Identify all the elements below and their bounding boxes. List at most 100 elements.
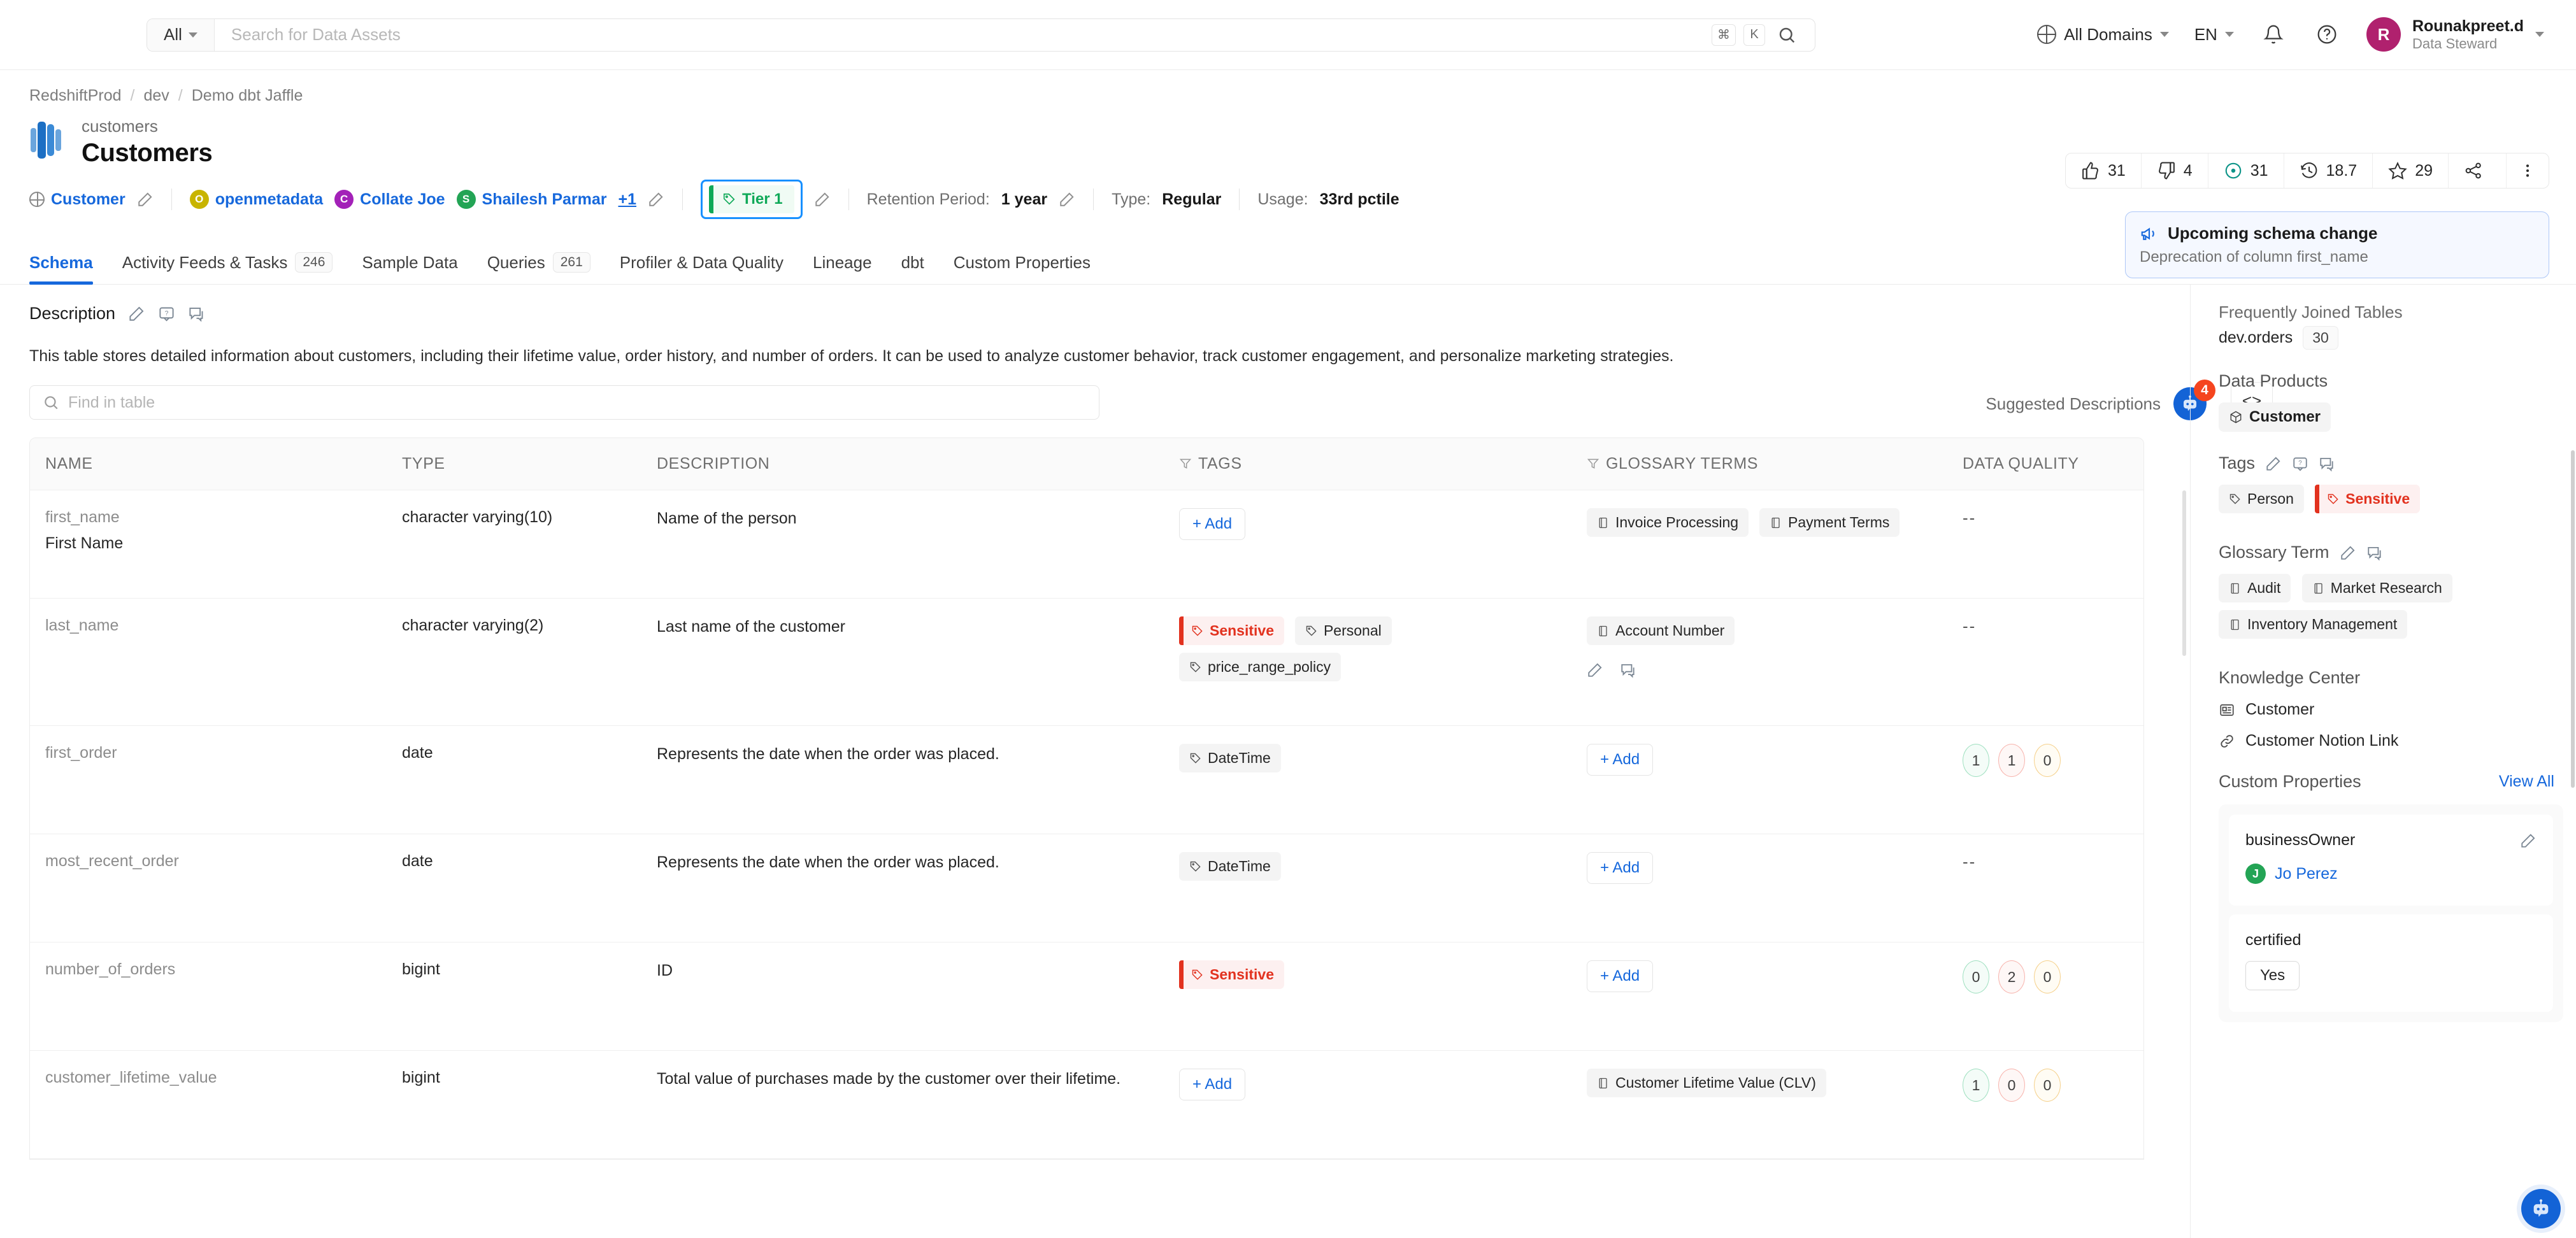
tab-queries[interactable]: Queries 261	[487, 252, 590, 284]
glossary-pill[interactable]: Invoice Processing	[1587, 508, 1749, 537]
knowledge-item-notion-link[interactable]: Customer Notion Link	[2219, 732, 2576, 750]
glossary-pill[interactable]: Audit	[2219, 574, 2291, 603]
add-glossary-button[interactable]: + Add	[1587, 960, 1654, 993]
glossary-pill[interactable]: Market Research	[2301, 574, 2452, 603]
stat-upvotes[interactable]: 31	[2066, 153, 2142, 188]
dq-success-count[interactable]: 1	[1963, 744, 1989, 778]
search-icon[interactable]	[1773, 21, 1801, 49]
language-selector[interactable]: EN	[2194, 25, 2234, 45]
tab-dbt[interactable]: dbt	[901, 253, 924, 284]
tab-lineage[interactable]: Lineage	[813, 253, 872, 284]
breadcrumb-item-0[interactable]: RedshiftProd	[29, 87, 122, 105]
edit-domain-icon[interactable]	[137, 191, 154, 208]
owner-chip-2[interactable]: S Shailesh Parmar	[456, 190, 606, 210]
glossary-pill[interactable]: Inventory Management	[2219, 610, 2408, 639]
table-row[interactable]: first_order date Represents the date whe…	[30, 726, 2143, 835]
breadcrumb-item-2[interactable]: Demo dbt Jaffle	[192, 87, 303, 105]
tab-sample-data[interactable]: Sample Data	[362, 253, 457, 284]
tier-badge[interactable]: Tier 1	[709, 185, 794, 214]
data-product-pill[interactable]: Customer	[2219, 402, 2331, 432]
tag-pill-price-range-policy[interactable]: price_range_policy	[1179, 653, 1342, 682]
dq-failed-count[interactable]: 1	[1998, 744, 2025, 778]
request-tags-icon[interactable]: ?	[2292, 455, 2308, 472]
bell-icon[interactable]	[2259, 20, 2287, 48]
edit-tier-icon[interactable]	[814, 191, 831, 208]
tab-activity-feeds-tasks[interactable]: Activity Feeds & Tasks 246	[122, 252, 333, 284]
joined-table-row[interactable]: dev.orders 30	[2219, 326, 2576, 350]
col-header-tags[interactable]: TAGS	[1164, 438, 1571, 490]
main-scrollbar[interactable]	[2182, 490, 2186, 656]
edit-tags-icon[interactable]	[2265, 455, 2282, 472]
ai-bot-fab[interactable]	[2521, 1189, 2561, 1229]
dq-success-count[interactable]: 1	[1963, 1069, 1989, 1102]
add-tag-button[interactable]: + Add	[1179, 508, 1246, 541]
owner-chip-0[interactable]: O openmetadata	[189, 190, 323, 210]
breadcrumb-item-1[interactable]: dev	[143, 87, 169, 105]
share-button[interactable]	[2449, 153, 2507, 188]
glossary-pill[interactable]: Account Number	[1587, 616, 1735, 646]
edit-description-icon[interactable]	[128, 305, 145, 322]
col-header-glossary-terms[interactable]: GLOSSARY TERMS	[1571, 438, 1947, 490]
right-panel-scrollbar[interactable]	[2571, 450, 2575, 788]
dq-aborted-count[interactable]: 0	[2034, 744, 2061, 778]
knowledge-item-customer[interactable]: Customer	[2219, 701, 2576, 719]
find-in-table-input[interactable]: Find in table	[29, 385, 1099, 420]
edit-glossary-icon[interactable]	[2340, 544, 2356, 561]
filter-icon[interactable]	[1587, 457, 1599, 470]
dq-failed-count[interactable]: 2	[1998, 960, 2025, 994]
add-tag-button[interactable]: + Add	[1179, 1069, 1246, 1101]
announcement-card[interactable]: Upcoming schema change Deprecation of co…	[2125, 211, 2549, 278]
dq-success-count[interactable]: 0	[1963, 960, 1989, 994]
edit-retention-icon[interactable]	[1059, 191, 1075, 208]
glossary-pill[interactable]: Customer Lifetime Value (CLV)	[1587, 1069, 1826, 1098]
dq-failed-count[interactable]: 0	[1998, 1069, 2025, 1102]
table-row[interactable]: customer_lifetime_value bigint Total val…	[30, 1051, 2143, 1160]
domains-selector[interactable]: All Domains	[2037, 25, 2169, 45]
user-menu[interactable]: R Rounakpreet.d Data Steward	[2366, 17, 2544, 52]
request-description-icon[interactable]: ?	[158, 305, 175, 322]
tag-pill-person[interactable]: Person	[2219, 485, 2304, 514]
tags-comments-icon[interactable]	[2319, 455, 2335, 472]
tag-pill-datetime[interactable]: DateTime	[1179, 744, 1281, 773]
tab-schema[interactable]: Schema	[29, 253, 93, 285]
dq-aborted-count[interactable]: 0	[2034, 1069, 2061, 1102]
glossary-comments-icon[interactable]	[1620, 662, 1636, 678]
view-all-link[interactable]: View All	[2499, 772, 2554, 791]
joined-table-name[interactable]: dev.orders	[2219, 329, 2293, 347]
tag-pill-sensitive[interactable]: Sensitive	[1179, 616, 1284, 646]
table-row[interactable]: first_name First Name character varying(…	[30, 490, 2143, 599]
tab-custom-properties[interactable]: Custom Properties	[954, 253, 1091, 284]
table-row[interactable]: number_of_orders bigint ID Sensitive + A…	[30, 943, 2143, 1051]
table-row[interactable]: last_name character varying(2) Last name…	[30, 599, 2143, 727]
tier-field[interactable]: Tier 1	[701, 180, 803, 220]
edit-custom-property-icon[interactable]	[2520, 832, 2537, 849]
custom-property-user[interactable]: J Jo Perez	[2245, 864, 2537, 885]
stat-stars[interactable]: 29	[2373, 153, 2449, 188]
search-input[interactable]	[214, 18, 1712, 51]
owner-chip-1[interactable]: C Collate Joe	[334, 190, 445, 210]
suggested-descriptions[interactable]: Suggested Descriptions 4	[1986, 380, 2215, 420]
custom-property-businessowner[interactable]: businessOwner J Jo Perez	[2229, 815, 2553, 906]
stat-target[interactable]: 31	[2208, 153, 2284, 188]
custom-property-value-button[interactable]: Yes	[2245, 961, 2300, 991]
search-scope-dropdown[interactable]: All	[147, 18, 215, 51]
glossary-pill[interactable]: Payment Terms	[1759, 508, 1900, 537]
global-search[interactable]: All ⌘ K	[147, 18, 1815, 52]
more-options-button[interactable]	[2507, 153, 2549, 188]
owners-more-link[interactable]: +1	[618, 190, 636, 209]
custom-property-certified[interactable]: certified Yes	[2229, 914, 2553, 1013]
tag-pill-datetime[interactable]: DateTime	[1179, 852, 1281, 881]
stat-history[interactable]: 18.7	[2284, 153, 2373, 188]
domain-chip[interactable]: Customer	[29, 190, 125, 209]
tag-pill-personal[interactable]: Personal	[1294, 616, 1392, 646]
dq-aborted-count[interactable]: 0	[2034, 960, 2061, 994]
edit-glossary-icon[interactable]	[1587, 662, 1603, 678]
table-row[interactable]: most_recent_order date Represents the da…	[30, 834, 2143, 943]
tag-pill-sensitive[interactable]: Sensitive	[2315, 485, 2421, 514]
help-circle-icon[interactable]	[2313, 20, 2341, 48]
stat-downvotes[interactable]: 4	[2142, 153, 2208, 188]
tab-profiler-data-quality[interactable]: Profiler & Data Quality	[620, 253, 784, 284]
filter-icon[interactable]	[1179, 457, 1192, 470]
tag-pill-sensitive[interactable]: Sensitive	[1179, 960, 1284, 990]
add-glossary-button[interactable]: + Add	[1587, 744, 1654, 776]
